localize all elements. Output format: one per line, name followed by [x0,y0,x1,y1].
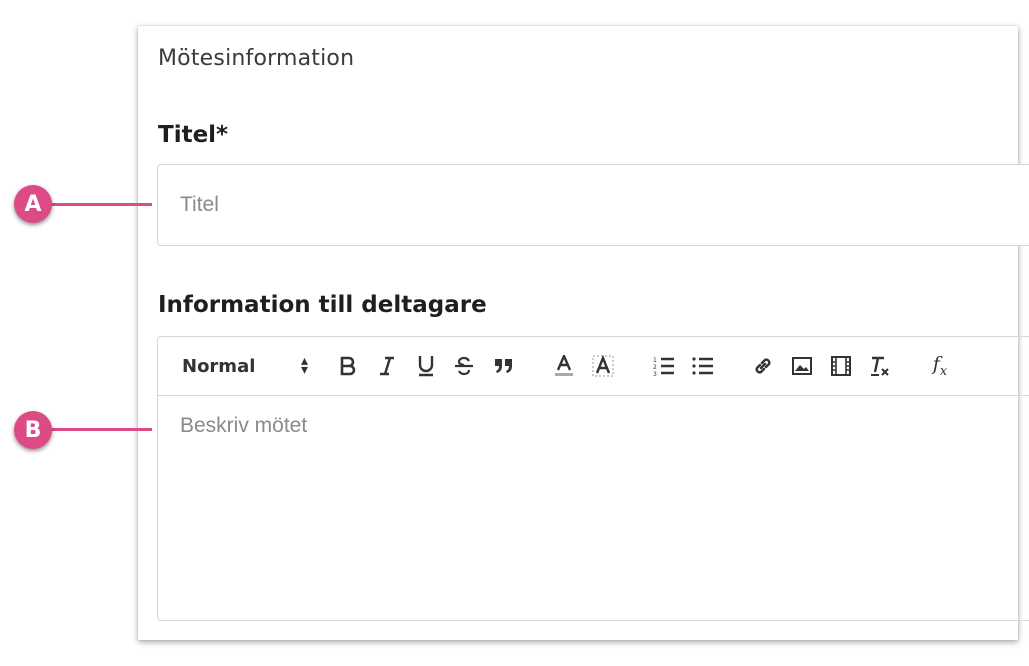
select-arrows-icon: ▴ ▾ [300,353,308,378]
heading-select-value: Normal [182,355,256,377]
image-icon [792,357,812,375]
callout-b-line [48,428,152,431]
strikethrough-icon [455,356,473,376]
section-title: Mötesinformation [158,46,355,71]
svg-text:2: 2 [653,364,657,371]
font-color-icon [555,355,573,376]
ordered-list-button[interactable]: 123 [650,337,678,395]
link-button[interactable] [749,337,777,395]
info-label: Information till deltagare [158,292,487,318]
video-icon [831,356,851,376]
underline-icon [418,356,434,377]
clear-format-button[interactable] [866,337,894,395]
bullet-list-button[interactable] [689,337,717,395]
editor-toolbar: Normal ▴ ▾ 1 2 3 fx [158,337,1029,396]
blockquote-button[interactable] [490,337,518,395]
italic-button[interactable] [373,337,401,395]
image-button[interactable] [788,337,816,395]
formula-icon: fx [932,353,948,379]
svg-text:1: 1 [653,357,657,364]
font-color-button[interactable] [550,337,578,395]
svg-text:3: 3 [653,371,657,376]
editor-content[interactable]: Beskriv mötet [158,396,1029,456]
rich-text-editor: Normal ▴ ▾ 1 2 3 fx Beskriv mötet [157,336,1029,621]
callout-a-badge: A [14,185,52,223]
bold-button[interactable] [334,337,362,395]
callout-b-badge: B [14,411,52,449]
video-button[interactable] [827,337,855,395]
link-icon [755,358,771,374]
highlight-button[interactable] [589,337,617,395]
ordered-list-icon: 123 [653,357,674,376]
title-label: Titel* [158,122,229,148]
editor-placeholder: Beskriv mötet [180,414,308,437]
italic-icon [380,356,394,376]
bullet-list-icon [692,357,713,375]
meeting-info-card: Mötesinformation Titel* Information till… [138,26,1029,640]
blockquote-icon [495,359,512,373]
clear-format-icon [871,356,889,376]
callout-b-label: B [24,417,42,443]
strikethrough-button[interactable] [450,337,478,395]
heading-select[interactable]: Normal ▴ ▾ [182,337,308,395]
callout-a-label: A [24,191,42,217]
bold-icon [340,356,356,376]
underline-button[interactable] [412,337,440,395]
highlight-icon [592,355,614,377]
title-input[interactable] [157,164,1029,246]
callout-a-line [48,203,152,206]
formula-button[interactable]: fx [926,337,954,395]
